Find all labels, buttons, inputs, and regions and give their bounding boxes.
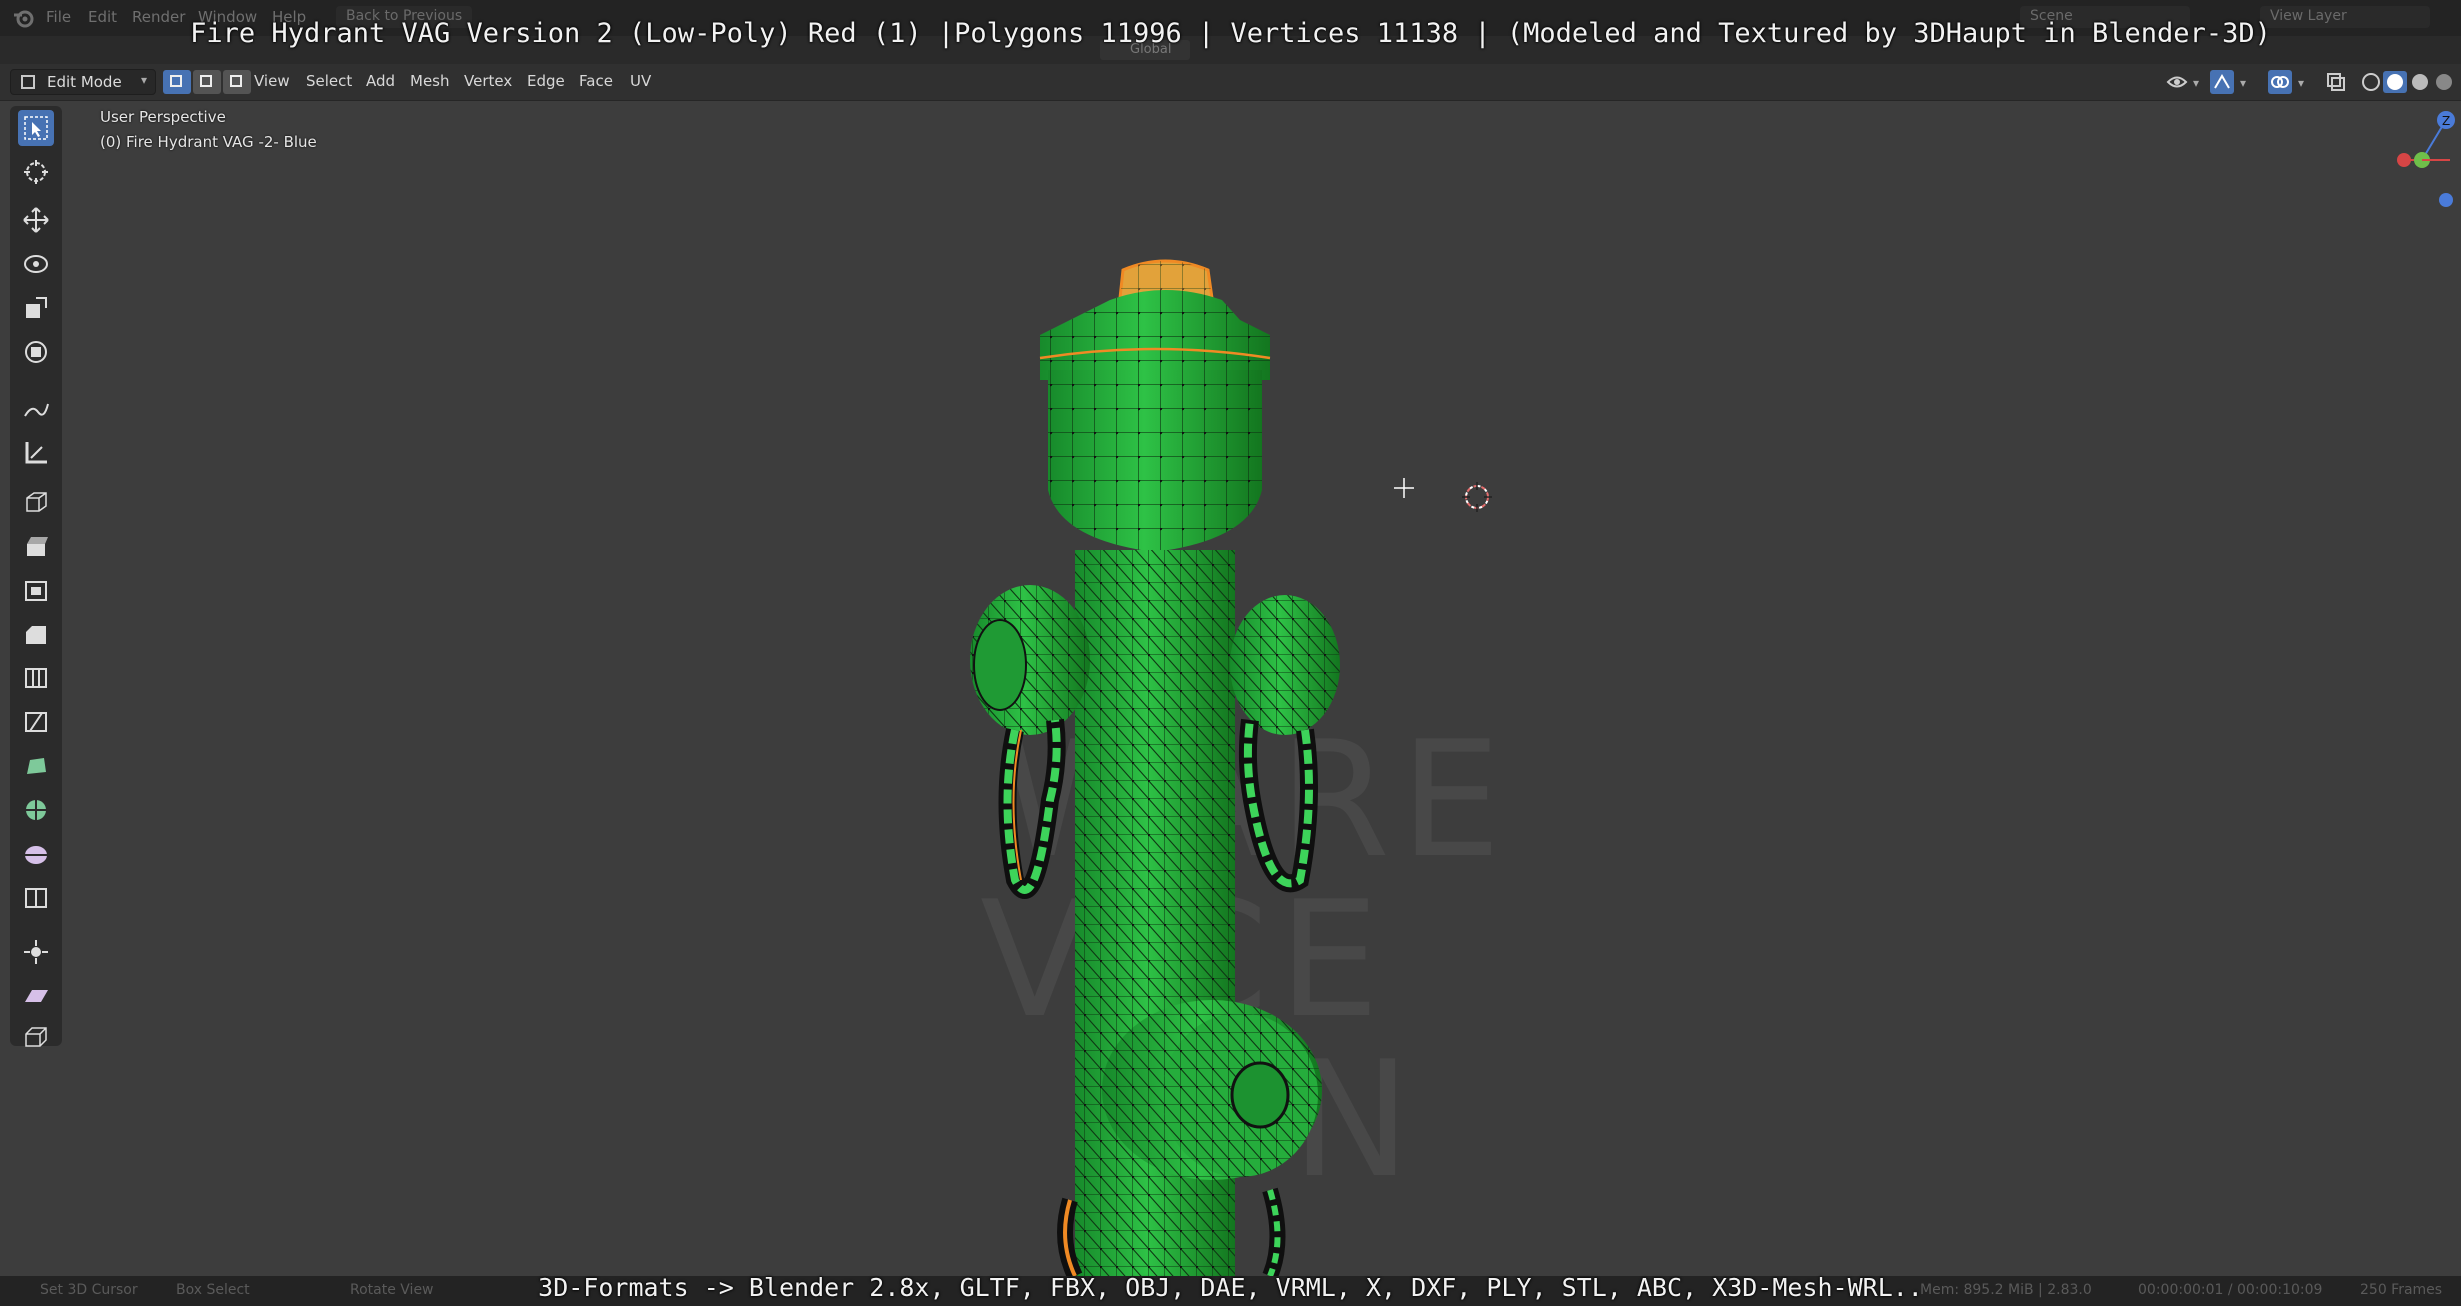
transform-icon — [25, 341, 47, 363]
gizmo-toggle-icon[interactable]: ▾ — [2210, 70, 2254, 94]
shear-icon — [25, 990, 48, 1002]
rotate-tool[interactable] — [18, 246, 54, 282]
rip-icon — [25, 1027, 47, 1047]
svg-text:▾: ▾ — [2298, 76, 2304, 90]
loop-cut-tool[interactable] — [18, 660, 54, 696]
knife-icon — [25, 712, 47, 732]
scale-tool[interactable] — [18, 290, 54, 326]
video-title-overlay: Fire Hydrant VAG Version 2 (Low-Poly) Re… — [190, 18, 2271, 49]
edge-select-button[interactable] — [193, 70, 221, 94]
measure-icon — [25, 442, 47, 464]
header-menu-view[interactable]: View — [254, 72, 290, 90]
select-box-tool[interactable] — [18, 110, 54, 146]
annotate-icon — [24, 403, 49, 417]
face-select-button[interactable] — [223, 70, 251, 94]
cursor-icon — [24, 160, 48, 184]
extrude-icon — [27, 537, 48, 556]
mode-selector[interactable]: Edit Mode ▾ — [10, 69, 156, 95]
inset-icon — [25, 581, 47, 601]
shading-mode-group[interactable] — [2360, 71, 2460, 93]
svg-text:▾: ▾ — [2193, 76, 2199, 90]
poly-build-icon — [27, 758, 46, 774]
tool-shelf — [10, 106, 62, 1047]
fire-hydrant-mesh[interactable] — [940, 240, 1410, 1276]
spin-tool[interactable] — [18, 792, 54, 828]
edge-select-icon — [200, 75, 212, 87]
shrink-tool[interactable] — [18, 934, 54, 970]
viewport-object-label: (0) Fire Hydrant VAG -2- Blue — [100, 133, 317, 151]
overlays-icon[interactable]: ▾ — [2268, 70, 2312, 94]
edge-slide-tool[interactable] — [18, 880, 54, 916]
3d-cursor-icon[interactable] — [1462, 482, 1492, 512]
vertex-select-icon — [170, 75, 182, 87]
edge-slide-icon — [25, 888, 47, 908]
mode-label: Edit Mode — [47, 73, 122, 91]
visibility-icon[interactable]: ▾ — [2165, 71, 2205, 93]
spin-icon — [26, 800, 46, 820]
formats-caption-overlay: 3D-Formats -> Blender 2.8x, GLTF, FBX, O… — [538, 1273, 1923, 1302]
header-menu-face[interactable]: Face — [579, 72, 613, 90]
transform-tool[interactable] — [18, 334, 54, 370]
loop-cut-icon — [25, 668, 47, 688]
add-cube-tool[interactable] — [18, 484, 54, 520]
shrink-icon — [24, 940, 48, 964]
select-box-icon — [24, 116, 48, 140]
knife-tool[interactable] — [18, 704, 54, 740]
header-menu-vertex[interactable]: Vertex — [464, 72, 512, 90]
smooth-icon — [25, 846, 47, 864]
svg-text:Z: Z — [2442, 114, 2450, 128]
scale-icon — [26, 297, 47, 318]
vertex-select-button[interactable] — [163, 70, 191, 94]
face-select-icon — [230, 75, 242, 87]
rip-tool[interactable] — [18, 1022, 54, 1050]
navigation-gizmo[interactable]: Z — [2390, 100, 2461, 220]
viewport-header: Edit Mode ▾ View Select Add Mesh Vertex … — [0, 64, 2461, 101]
bevel-tool[interactable] — [18, 616, 54, 652]
edit-mode-icon — [21, 75, 35, 89]
smooth-tool[interactable] — [18, 836, 54, 872]
header-menu-add[interactable]: Add — [366, 72, 395, 90]
xray-toggle-icon[interactable] — [2326, 72, 2346, 92]
rotate-icon — [24, 255, 48, 273]
chevron-down-icon: ▾ — [140, 73, 147, 87]
header-menu-edge[interactable]: Edge — [527, 72, 565, 90]
header-menu-uv[interactable]: UV — [630, 72, 651, 90]
move-icon — [23, 207, 49, 233]
inset-tool[interactable] — [18, 572, 54, 608]
header-menu-mesh[interactable]: Mesh — [410, 72, 450, 90]
header-menu-select[interactable]: Select — [306, 72, 352, 90]
svg-text:▾: ▾ — [2240, 76, 2246, 90]
select-mode-group — [163, 70, 253, 94]
extrude-tool[interactable] — [18, 528, 54, 564]
add-cube-icon — [26, 492, 47, 512]
move-tool[interactable] — [18, 202, 54, 238]
measure-tool[interactable] — [18, 434, 54, 470]
shear-tool[interactable] — [18, 978, 54, 1014]
annotate-tool[interactable] — [18, 390, 54, 426]
viewport-perspective-label: User Perspective — [100, 108, 226, 126]
cursor-tool[interactable] — [18, 154, 54, 190]
bevel-icon — [26, 626, 46, 644]
poly-build-tool[interactable] — [18, 748, 54, 784]
